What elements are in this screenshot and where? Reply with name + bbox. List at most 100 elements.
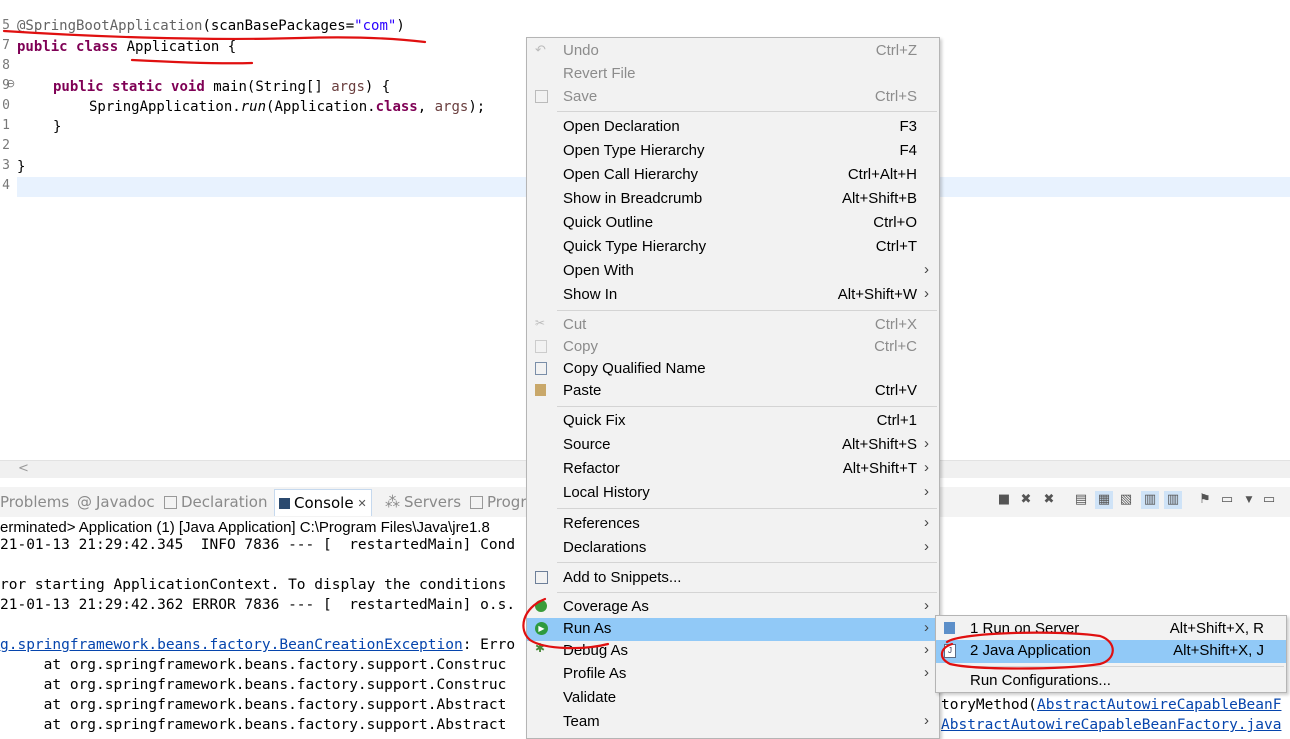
context-menu: ↶ Undo Ctrl+Z Revert File Save Ctrl+S Open … (526, 37, 940, 739)
menu-item-save[interactable]: Save Ctrl+S (527, 86, 939, 109)
scroll-left-icon[interactable]: < (18, 461, 29, 477)
console-line: 21-01-13 21:29:42.345 INFO 7836 --- [ re… (0, 537, 516, 553)
undo-icon: ↶ (535, 42, 546, 57)
chevron-right-icon: › (924, 641, 929, 658)
word-wrap-icon[interactable]: ▧ (1117, 491, 1135, 509)
menu-item-cut[interactable]: ✂ Cut Ctrl+X (527, 314, 939, 337)
menu-item-quick-type-hierarchy[interactable]: Quick Type Hierarchy Ctrl+T (527, 236, 939, 259)
console-icon (279, 497, 290, 509)
code-line[interactable]: public class Application { (17, 37, 236, 57)
chevron-down-icon[interactable]: ▼ (1240, 491, 1258, 509)
paste-icon (535, 384, 546, 396)
chevron-right-icon: › (924, 435, 929, 452)
menu-item-validate[interactable]: Validate (527, 687, 939, 710)
menu-item-copy-qualified-name[interactable]: Copy Qualified Name (527, 358, 939, 381)
console-line: at org.springframework.beans.factory.sup… (0, 717, 507, 733)
menu-separator (557, 508, 937, 509)
chevron-right-icon: › (924, 285, 929, 302)
scroll-lock-icon[interactable]: ▦ (1095, 491, 1113, 509)
show-stdout-icon[interactable]: ▥ (1141, 491, 1159, 509)
bug-icon: ✱ (535, 641, 546, 655)
menu-item-open-call-hierarchy[interactable]: Open Call Hierarchy Ctrl+Alt+H (527, 164, 939, 187)
display-console-icon[interactable]: ▭ (1218, 491, 1236, 509)
remove-launch-icon[interactable]: ✖ (1017, 491, 1035, 509)
menu-item-references[interactable]: References › (527, 513, 939, 536)
code-line[interactable]: } (53, 117, 61, 137)
exception-link[interactable]: g.springframework.beans.factory.BeanCrea… (0, 637, 463, 653)
menu-item-show-in-breadcrumb[interactable]: Show in Breadcrumb Alt+Shift+B (527, 188, 939, 211)
console-line: at org.springframework.beans.factory.sup… (0, 657, 507, 673)
code-line[interactable]: } (17, 157, 25, 177)
tab-progress[interactable]: Progr (470, 493, 527, 511)
menu-item-add-to-snippets[interactable]: Add to Snippets... (527, 567, 939, 590)
code-line[interactable]: public static void main(String[] args) { (53, 77, 390, 97)
show-stderr-icon[interactable]: ▥ (1164, 491, 1182, 509)
menu-item-show-in[interactable]: Show In Alt+Shift+W › (527, 284, 939, 307)
line-number: 5 (2, 18, 10, 33)
tab-javadoc[interactable]: @ Javadoc (77, 493, 155, 511)
chevron-right-icon: › (924, 619, 929, 636)
line-number: 0 (2, 98, 10, 113)
server-icon (944, 622, 955, 634)
line-number: 1 (2, 118, 10, 133)
tab-problems[interactable]: Problems (0, 493, 69, 511)
submenu-item-run-on-server[interactable]: 1 Run on Server Alt+Shift+X, R (936, 618, 1286, 641)
run-as-submenu: 1 Run on Server Alt+Shift+X, R J2 Java Ap… (935, 615, 1287, 693)
menu-item-open-type-hierarchy[interactable]: Open Type Hierarchy F4 (527, 140, 939, 163)
code-line[interactable]: SpringApplication.run(Application.class,… (89, 97, 485, 117)
chevron-right-icon: › (924, 597, 929, 614)
menu-item-open-with[interactable]: Open With › (527, 260, 939, 283)
clear-console-icon[interactable]: ▤ (1072, 491, 1090, 509)
chevron-right-icon: › (924, 261, 929, 278)
menu-item-revert-file[interactable]: Revert File (527, 63, 939, 86)
annotation-token: @SpringBootApplication (17, 18, 203, 34)
menu-item-team[interactable]: Team › (527, 711, 939, 734)
menu-item-open-declaration[interactable]: Open Declaration F3 (527, 116, 939, 139)
stack-link[interactable]: AbstractAutowireCapableBeanF (1037, 697, 1281, 713)
menu-item-coverage-as[interactable]: Coverage As › (527, 596, 939, 619)
menu-item-local-history[interactable]: Local History › (527, 482, 939, 505)
stack-link[interactable]: AbstractAutowireCapableBeanFactory.java (941, 717, 1281, 733)
menu-item-source[interactable]: Source Alt+Shift+S › (527, 434, 939, 457)
coverage-icon (535, 600, 547, 612)
new-console-icon[interactable]: ▭ (1260, 491, 1278, 509)
submenu-item-run-configurations[interactable]: Run Configurations... (936, 670, 1286, 693)
string-token: "com" (354, 18, 397, 34)
copy-qualified-icon (535, 362, 547, 375)
menu-item-quick-outline[interactable]: Quick Outline Ctrl+O (527, 212, 939, 235)
menu-item-declarations[interactable]: Declarations › (527, 537, 939, 560)
chevron-right-icon: › (924, 712, 929, 729)
line-number: 4 (2, 178, 10, 193)
tab-servers[interactable]: ⁂ Servers (385, 493, 461, 511)
run-icon: ▶ (535, 622, 548, 635)
stop-icon[interactable]: ■ (995, 491, 1013, 509)
tab-declaration[interactable]: Declaration (164, 493, 267, 511)
at-icon: @ (77, 493, 92, 511)
menu-item-quick-fix[interactable]: Quick Fix Ctrl+1 (527, 410, 939, 433)
declaration-icon (164, 495, 177, 509)
progress-icon (470, 495, 483, 509)
menu-item-debug-as[interactable]: ✱ Debug As › (527, 640, 939, 663)
console-line: at org.springframework.beans.factory.sup… (0, 677, 507, 693)
submenu-item-java-application[interactable]: J2 Java Application Alt+Shift+X, J (936, 640, 1286, 663)
tab-console[interactable]: Console ✕ (274, 489, 372, 516)
fold-icon[interactable]: ⊖ (6, 77, 15, 90)
menu-item-profile-as[interactable]: Profile As › (527, 663, 939, 686)
menu-item-paste[interactable]: Paste Ctrl+V (527, 380, 939, 403)
snippets-icon (535, 571, 548, 584)
java-app-icon: J (944, 644, 956, 658)
code-line[interactable]: @SpringBootApplication(scanBasePackages=… (17, 16, 405, 36)
menu-item-run-as[interactable]: ▶ Run As › (527, 618, 939, 641)
remove-all-icon[interactable]: ✖ (1040, 491, 1058, 509)
menu-item-refactor[interactable]: Refactor Alt+Shift+T › (527, 458, 939, 481)
line-number: 2 (2, 138, 10, 153)
chevron-right-icon: › (924, 664, 929, 681)
menu-item-copy[interactable]: Copy Ctrl+C (527, 336, 939, 359)
close-icon[interactable]: ✕ (358, 497, 367, 510)
pin-console-icon[interactable]: ⚑ (1196, 491, 1214, 509)
chevron-right-icon: › (924, 459, 929, 476)
menu-separator (557, 310, 937, 311)
menu-item-undo[interactable]: ↶ Undo Ctrl+Z (527, 40, 939, 63)
line-number: 3 (2, 158, 10, 173)
scissors-icon: ✂ (535, 316, 546, 330)
